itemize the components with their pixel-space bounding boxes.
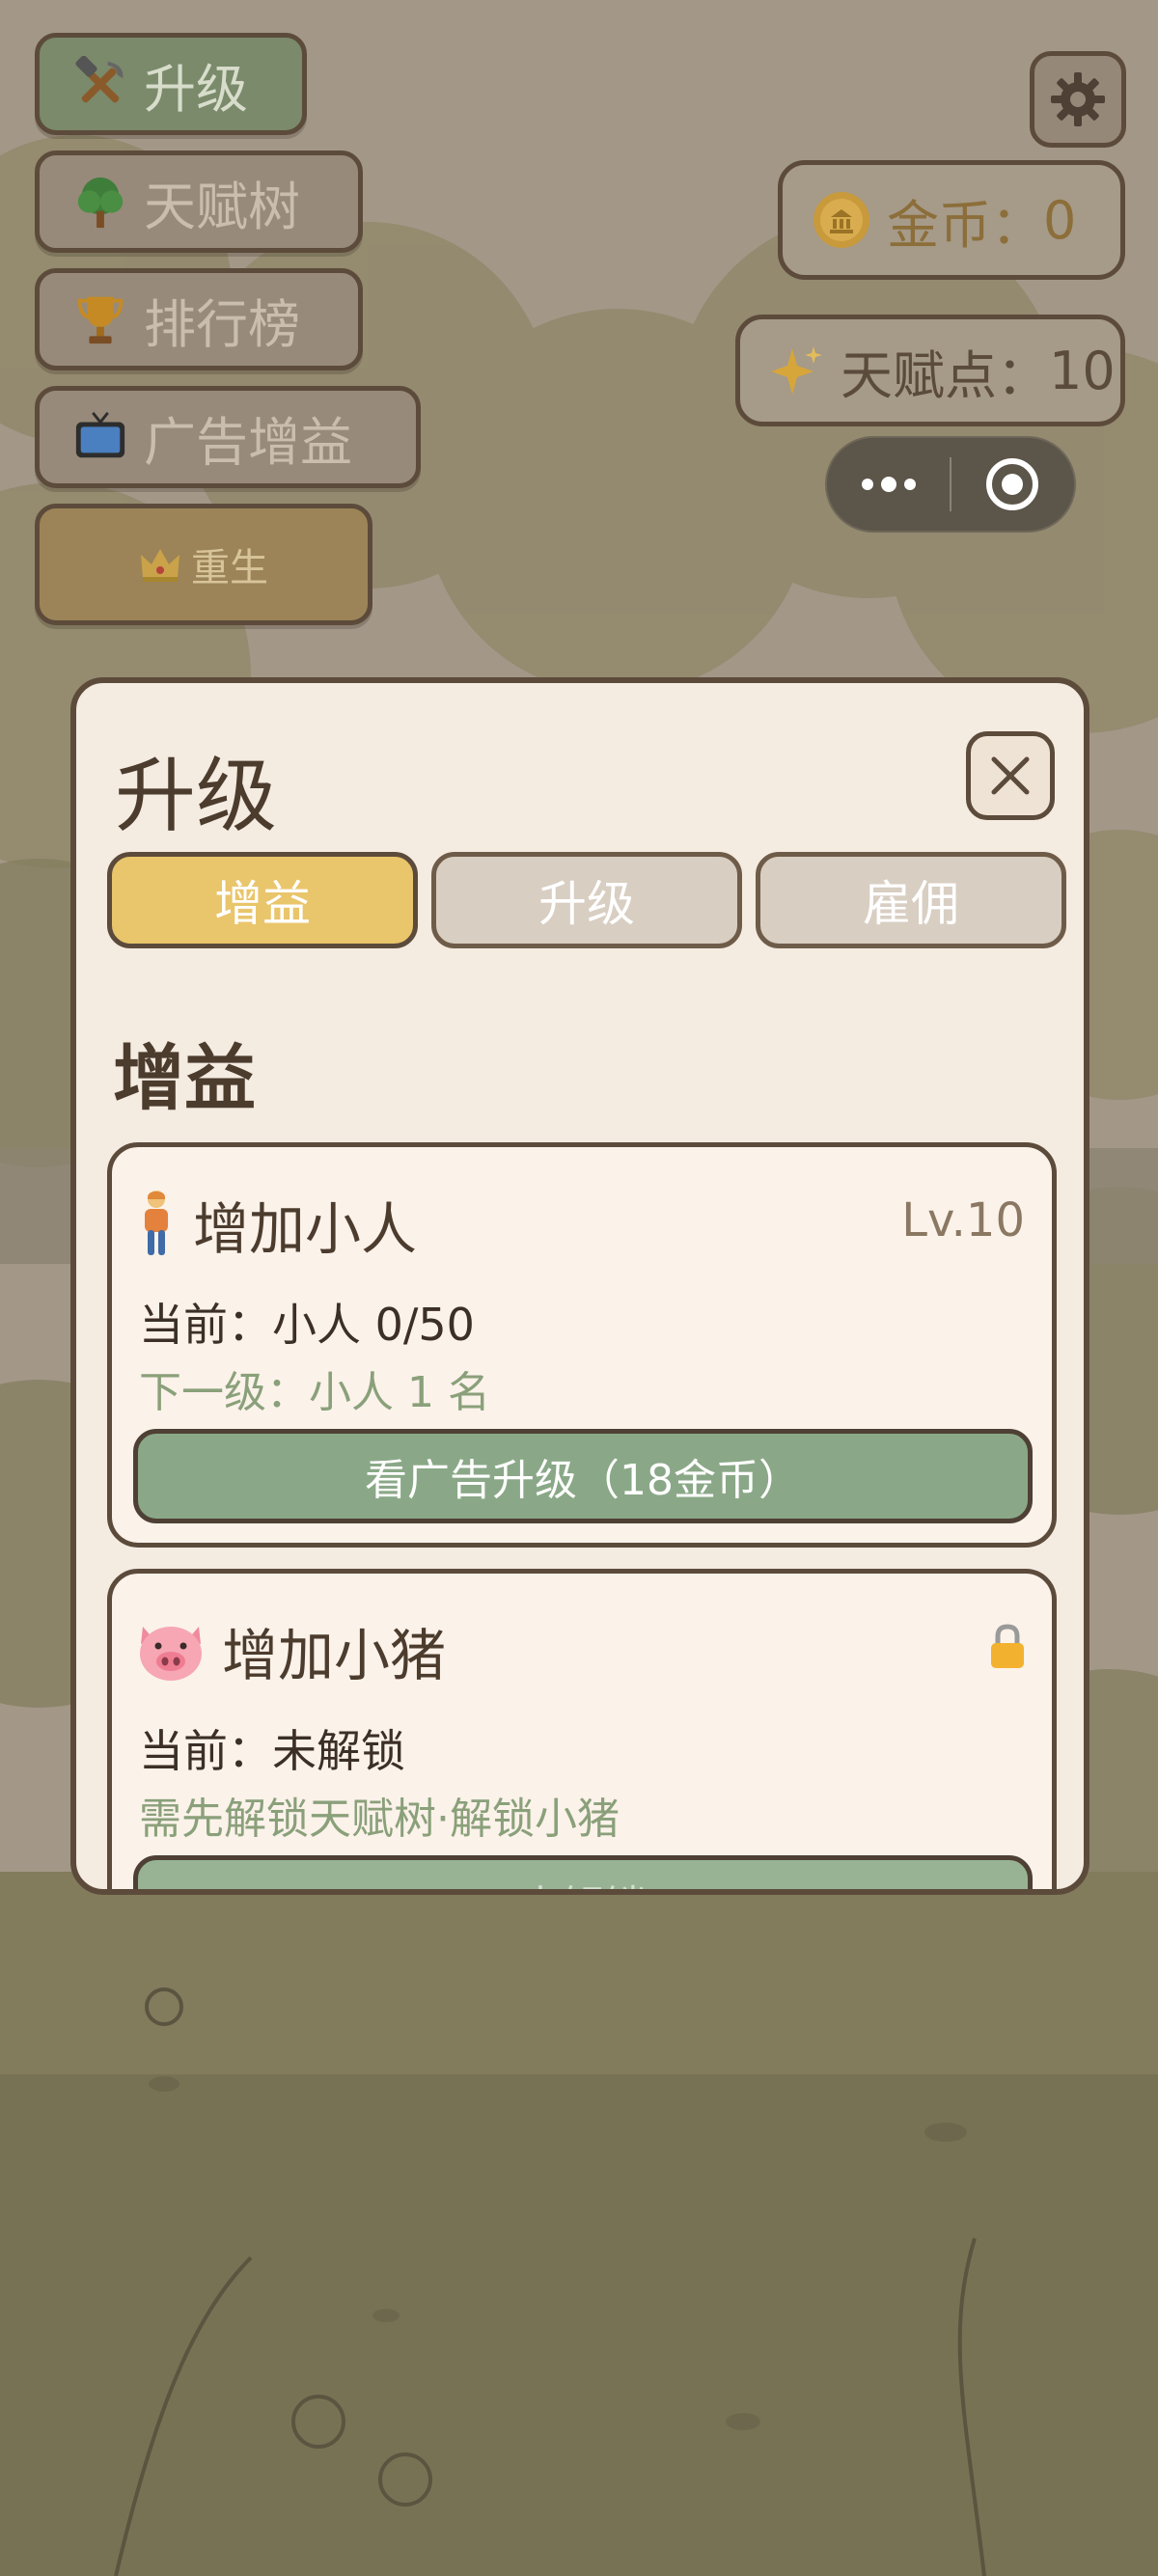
tab-boost[interactable]: 增益 — [107, 852, 418, 948]
sparkles-icon — [769, 343, 825, 398]
boost-card-add-person: 增加小人 Lv.10 当前：小人 0/50 下一级：小人 1 名 看广告升级（1… — [107, 1142, 1057, 1548]
tv-icon — [72, 409, 128, 465]
target-circle-icon — [983, 455, 1041, 513]
card-name: 增加小人 — [193, 1196, 418, 1262]
talent-points-display: 天赋点： 10 — [735, 315, 1125, 426]
coin-icon — [812, 190, 871, 250]
gear-icon — [1049, 70, 1107, 128]
upgrade-menu-label: 升级 — [144, 58, 248, 120]
talent-points-value: 10 — [1049, 340, 1116, 401]
person-icon — [135, 1190, 178, 1259]
trophy-icon — [72, 291, 128, 347]
more-options-button[interactable] — [827, 438, 950, 531]
lock-icon — [988, 1624, 1027, 1674]
pig-icon — [135, 1617, 207, 1685]
tab-upgrade[interactable]: 升级 — [431, 852, 742, 948]
leaderboard-menu-button[interactable]: 排行榜 — [35, 268, 363, 370]
leaderboard-menu-label: 排行榜 — [144, 293, 300, 355]
coins-label: 金币： — [887, 194, 1043, 256]
modal-title: 升级 — [115, 749, 278, 843]
exit-miniprogram-button[interactable] — [951, 438, 1074, 531]
section-title: 增益 — [113, 1037, 256, 1120]
card-current-status: 当前：小人 0/50 — [139, 1299, 475, 1351]
tab-hire[interactable]: 雇佣 — [756, 852, 1066, 948]
talent-points-label: 天赋点： — [841, 344, 1049, 406]
card-name: 增加小猪 — [222, 1623, 447, 1688]
close-icon — [988, 754, 1033, 798]
card-current-status: 当前：未解锁 — [139, 1725, 405, 1777]
locked-button[interactable]: 未解锁 — [133, 1855, 1033, 1889]
card-next-level: 下一级：小人 1 名 — [139, 1368, 490, 1417]
boost-card-add-pig: 增加小猪 当前：未解锁 需先解锁天赋树·解锁小猪 未解锁 — [107, 1569, 1057, 1889]
ad-boost-menu-button[interactable]: 广告增益 — [35, 386, 421, 488]
upgrade-menu-button[interactable]: 升级 — [35, 33, 307, 135]
rebirth-label: 重生 — [191, 546, 268, 590]
crown-icon — [139, 545, 181, 584]
more-dots-icon — [858, 475, 920, 494]
rebirth-button[interactable]: 重生 — [35, 504, 372, 625]
hammer-pick-icon — [72, 56, 128, 112]
miniprogram-capsule — [825, 436, 1076, 533]
ad-boost-menu-label: 广告增益 — [144, 411, 352, 473]
card-name-row: 增加小猪 — [135, 1610, 446, 1691]
settings-button[interactable] — [1030, 51, 1126, 148]
modal-tabs: 增益 升级 雇佣 — [107, 852, 1066, 948]
coins-display: 金币： 0 — [778, 160, 1125, 280]
card-level: Lv.10 — [901, 1193, 1025, 1247]
upgrade-modal: 升级 增益 升级 雇佣 增益 增加小人 Lv.10 当前：小人 0/50 下一级… — [70, 677, 1089, 1895]
tree-icon — [72, 174, 128, 230]
close-button[interactable] — [966, 731, 1055, 820]
watch-ad-upgrade-button[interactable]: 看广告升级（18金币） — [133, 1429, 1033, 1523]
coins-value: 0 — [1043, 189, 1077, 251]
card-unlock-requirement: 需先解锁天赋树·解锁小猪 — [139, 1795, 620, 1844]
talent-tree-menu-button[interactable]: 天赋树 — [35, 151, 363, 253]
talent-tree-menu-label: 天赋树 — [144, 176, 300, 237]
card-name-row: 增加小人 — [135, 1184, 417, 1265]
